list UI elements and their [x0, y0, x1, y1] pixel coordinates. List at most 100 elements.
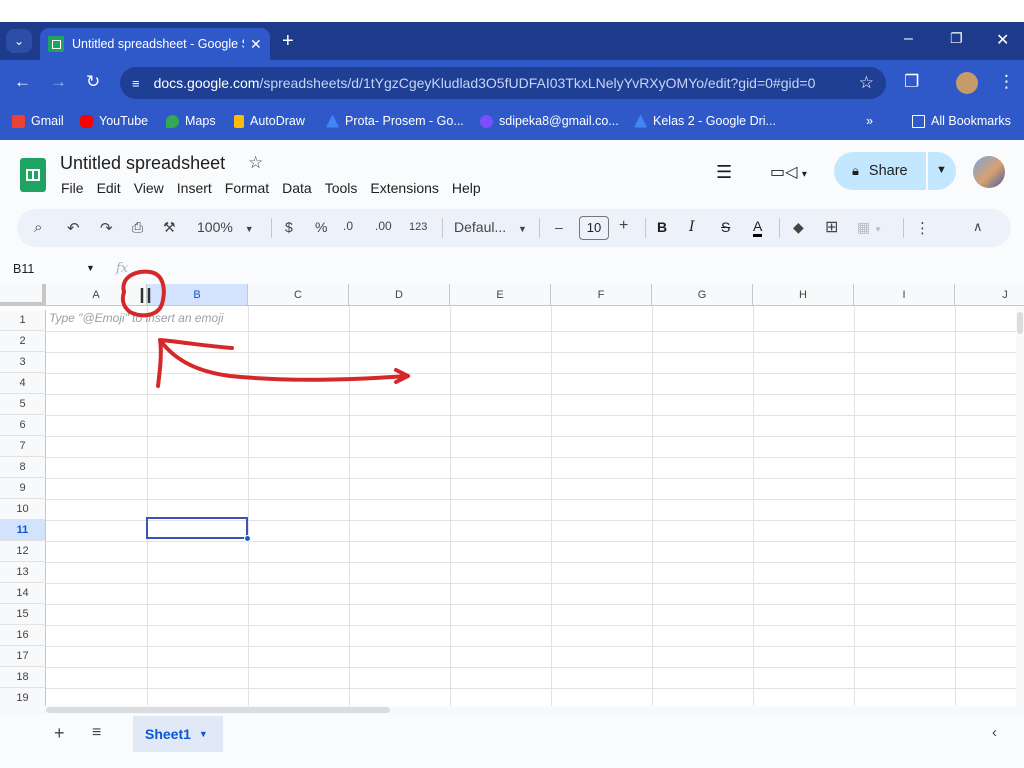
row-header-6[interactable]: 6 [0, 415, 46, 436]
increase-decimal-button[interactable]: .00 [375, 219, 392, 233]
strikethrough-button[interactable]: S [721, 219, 730, 235]
row-header-1[interactable]: 1 [0, 310, 46, 331]
select-all-corner[interactable] [0, 284, 46, 306]
menu-extensions[interactable]: Extensions [370, 180, 438, 196]
menu-data[interactable]: Data [282, 180, 312, 196]
vertical-scrollbar[interactable] [1016, 306, 1024, 706]
column-header-i[interactable]: I [854, 284, 955, 306]
column-header-e[interactable]: E [450, 284, 551, 306]
tab-list-button[interactable]: ⌄ [6, 29, 32, 53]
column-header-a[interactable]: A [46, 284, 147, 306]
row-header-2[interactable]: 2 [0, 331, 46, 352]
font-select[interactable]: Defaul... ▼ [454, 219, 527, 235]
zoom-select[interactable]: 100% ▼ [197, 219, 254, 235]
all-bookmarks-button[interactable]: All Bookmarks [912, 114, 1011, 128]
row-header-5[interactable]: 5 [0, 394, 46, 415]
bookmarks-overflow-button[interactable]: » [866, 114, 873, 128]
site-info-icon[interactable]: ≡ [132, 76, 140, 91]
reload-icon[interactable]: ↻ [86, 72, 100, 92]
row-header-12[interactable]: 12 [0, 541, 46, 562]
column-header-d[interactable]: D [349, 284, 450, 306]
all-sheets-menu-icon[interactable]: ≡ [92, 724, 101, 742]
browser-tab-active[interactable]: Untitled spreadsheet - Google S ✕ [40, 28, 270, 60]
cell-a1-placeholder[interactable]: Type "@Emoji" to insert an emoji [49, 311, 224, 325]
row-header-4[interactable]: 4 [0, 373, 46, 394]
row-header-18[interactable]: 18 [0, 667, 46, 688]
row-header-3[interactable]: 3 [0, 352, 46, 373]
undo-icon[interactable]: ↶ [67, 219, 80, 237]
collapse-menus-icon[interactable]: ∧ [973, 219, 983, 235]
column-header-g[interactable]: G [652, 284, 753, 306]
print-icon[interactable]: ⎙ [132, 219, 143, 236]
sheet-tab-sheet1[interactable]: Sheet1 ▼ [133, 716, 223, 752]
row-header-7[interactable]: 7 [0, 436, 46, 457]
menu-view[interactable]: View [134, 180, 164, 196]
currency-format-button[interactable]: $ [285, 219, 293, 235]
row-header-15[interactable]: 15 [0, 604, 46, 625]
column-header-f[interactable]: F [551, 284, 652, 306]
decrease-font-size-icon[interactable]: – [555, 219, 563, 235]
document-title[interactable]: Untitled spreadsheet [60, 153, 225, 174]
sheets-logo-icon[interactable] [20, 158, 46, 192]
vertical-scrollbar-thumb[interactable] [1017, 312, 1023, 334]
bookmark-maps[interactable]: Maps [166, 114, 216, 128]
bookmark-youtube[interactable]: YouTube [80, 114, 148, 128]
row-header-9[interactable]: 9 [0, 478, 46, 499]
bookmark-prota-prosem[interactable]: Prota- Prosem - Go... [326, 114, 464, 128]
row-header-17[interactable]: 17 [0, 646, 46, 667]
column-header-b[interactable]: B [147, 284, 248, 306]
share-button[interactable]: 🔒︎ Share ▼ [834, 152, 956, 190]
more-options-icon[interactable]: ⋮ [915, 219, 930, 237]
horizontal-scrollbar-thumb[interactable] [46, 707, 390, 713]
add-sheet-button[interactable]: + [54, 723, 65, 744]
restore-icon[interactable]: ❐ [950, 30, 963, 47]
selected-cell-b11[interactable] [146, 517, 248, 539]
collapse-side-panel-icon[interactable]: ‹ [992, 724, 997, 741]
more-menu-icon[interactable]: ⋮ [998, 72, 1015, 92]
menu-insert[interactable]: Insert [177, 180, 212, 196]
row-header-8[interactable]: 8 [0, 457, 46, 478]
row-header-13[interactable]: 13 [0, 562, 46, 583]
bookmark-kelas-2[interactable]: Kelas 2 - Google Dri... [634, 114, 776, 128]
increase-font-size-icon[interactable]: + [619, 217, 628, 235]
text-color-button[interactable]: A [753, 219, 763, 237]
row-header-16[interactable]: 16 [0, 625, 46, 646]
name-box[interactable]: B11 [13, 262, 34, 276]
forward-icon[interactable]: → [50, 72, 67, 92]
paint-format-icon[interactable]: ⚒ [163, 219, 176, 236]
fill-handle[interactable] [244, 535, 251, 542]
row-header-14[interactable]: 14 [0, 583, 46, 604]
avatar[interactable] [973, 156, 1005, 188]
menu-tools[interactable]: Tools [325, 180, 358, 196]
bookmark-gmail[interactable]: Gmail [12, 114, 64, 128]
comment-icon[interactable]: ☰ [716, 162, 732, 183]
column-header-h[interactable]: H [753, 284, 854, 306]
borders-icon[interactable]: ⊞ [825, 217, 838, 237]
menu-format[interactable]: Format [225, 180, 269, 196]
name-box-dropdown-icon[interactable]: ▼ [86, 263, 95, 273]
italic-button[interactable]: I [689, 219, 695, 235]
extensions-icon[interactable]: ❐ [904, 72, 919, 92]
new-tab-button[interactable]: + [282, 30, 294, 53]
column-header-c[interactable]: C [248, 284, 349, 306]
profile-avatar[interactable] [956, 72, 978, 94]
percent-format-button[interactable]: % [315, 219, 327, 235]
meet-icon[interactable]: ▭◁ ▾ [770, 162, 807, 182]
star-icon[interactable]: ☆ [248, 153, 263, 173]
row-header-11[interactable]: 11 [0, 520, 46, 541]
column-header-j[interactable]: J [955, 284, 1024, 306]
close-window-icon[interactable]: ✕ [996, 30, 1009, 50]
url-input[interactable]: ≡ docs.google.com/spreadsheets/d/1tYgzCg… [120, 67, 886, 99]
fill-color-icon[interactable]: ◆ [793, 219, 804, 236]
merge-cells-icon[interactable]: ▦ ▼ [857, 219, 882, 236]
redo-icon[interactable]: ↷ [100, 219, 113, 237]
minimize-icon[interactable]: – [904, 30, 913, 48]
menu-edit[interactable]: Edit [97, 180, 121, 196]
bold-button[interactable]: B [657, 219, 667, 235]
row-header-10[interactable]: 10 [0, 499, 46, 520]
share-dropdown-icon[interactable]: ▼ [936, 164, 947, 176]
back-icon[interactable]: ← [14, 72, 31, 92]
bookmark-autodraw[interactable]: AutoDraw [234, 114, 305, 128]
bookmark-gmail-account[interactable]: sdipeka8@gmail.co... [480, 114, 619, 128]
bookmark-star-icon[interactable]: ☆ [859, 73, 874, 93]
